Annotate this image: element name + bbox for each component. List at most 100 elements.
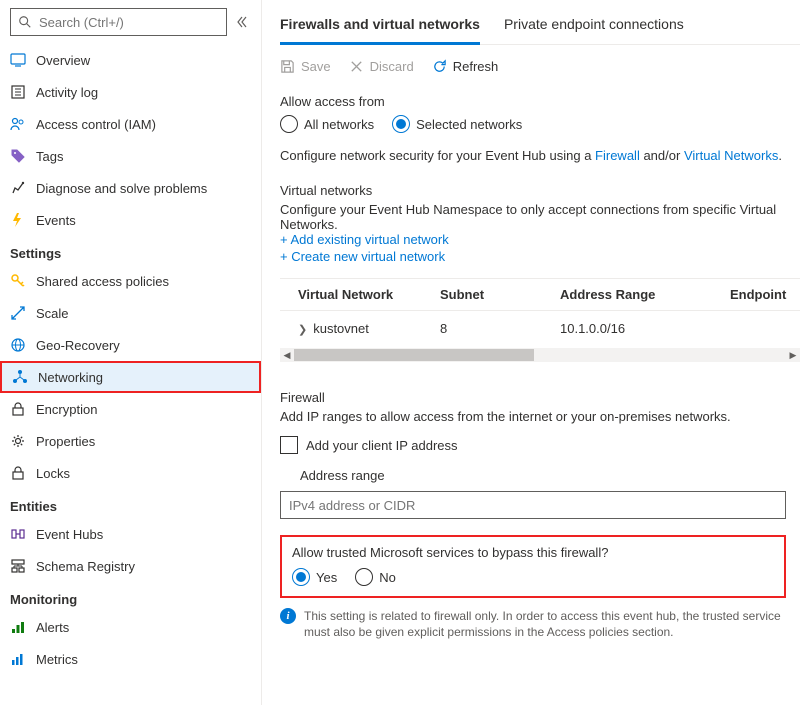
sidebar-item-label: Access control (IAM) [36,117,251,132]
schema-icon [10,558,26,574]
address-range-input[interactable] [280,491,786,519]
sidebar-item-events[interactable]: Events [0,204,261,236]
sidebar-item-label: Diagnose and solve problems [36,181,251,196]
sidebar-item-label: Event Hubs [36,527,251,542]
event-hubs-icon [10,526,26,542]
radio-label: All networks [304,117,374,132]
key-icon [10,273,26,289]
add-existing-vnet-link[interactable]: + Add existing virtual network [280,232,449,247]
lock-icon [10,465,26,481]
discard-button[interactable]: Discard [349,59,414,74]
firewall-heading: Firewall [280,390,800,405]
add-client-ip-checkbox[interactable] [280,436,298,454]
firewall-desc: Add IP ranges to allow access from the i… [280,409,800,424]
sidebar-item-label: Events [36,213,251,228]
sidebar-item-diagnose[interactable]: Diagnose and solve problems [0,172,261,204]
search-box[interactable] [10,8,227,36]
search-input[interactable] [39,15,220,30]
firewall-link[interactable]: Firewall [595,148,640,163]
sidebar-item-scale[interactable]: Scale [0,297,261,329]
virtual-networks-heading: Virtual networks [280,183,800,198]
sidebar-item-geo-recovery[interactable]: Geo-Recovery [0,329,261,361]
table-row[interactable]: ❯kustovnet 8 10.1.0.0/16 [280,311,800,346]
radio-trusted-no[interactable]: No [355,568,396,586]
gear-icon [10,433,26,449]
metrics-icon [10,651,26,667]
sidebar-item-activity-log[interactable]: Activity log [0,76,261,108]
radio-selected-networks[interactable]: Selected networks [392,115,522,133]
virtual-networks-link[interactable]: Virtual Networks [684,148,778,163]
trusted-question: Allow trusted Microsoft services to bypa… [292,545,774,560]
tab-firewalls[interactable]: Firewalls and virtual networks [280,10,480,45]
network-icon [12,369,28,385]
sidebar-item-event-hubs[interactable]: Event Hubs [0,518,261,550]
sidebar-section-monitoring: Monitoring [0,582,261,611]
scroll-left-icon[interactable]: ◀ [281,349,293,361]
sidebar-item-label: Encryption [36,402,251,417]
sidebar-item-label: Networking [38,370,249,385]
sidebar-item-encryption[interactable]: Encryption [0,393,261,425]
col-header-vnet: Virtual Network [280,287,440,302]
sidebar-item-networking[interactable]: Networking [0,361,261,393]
scroll-thumb[interactable] [294,349,534,361]
radio-label: Selected networks [416,117,522,132]
sidebar-item-label: Overview [36,53,251,68]
alerts-icon [10,619,26,635]
sidebar-section-entities: Entities [0,489,261,518]
vnet-config-desc: Configure network security for your Even… [280,147,800,165]
address-range-label: Address range [300,468,800,483]
radio-trusted-yes[interactable]: Yes [292,568,337,586]
trusted-services-section: Allow trusted Microsoft services to bypa… [280,535,786,598]
access-control-icon [10,116,26,132]
scroll-right-icon[interactable]: ▶ [787,349,799,361]
scale-icon [10,305,26,321]
main-content: Firewalls and virtual networks Private e… [262,0,800,705]
sidebar-item-label: Properties [36,434,251,449]
col-header-range: Address Range [560,287,730,302]
tab-private-endpoint[interactable]: Private endpoint connections [504,10,684,44]
create-new-vnet-link[interactable]: + Create new virtual network [280,249,445,264]
horizontal-scrollbar[interactable]: ◀ ▶ [280,348,800,362]
sidebar-item-label: Scale [36,306,251,321]
radio-label: No [379,570,396,585]
sidebar-section-settings: Settings [0,236,261,265]
sidebar-item-schema-registry[interactable]: Schema Registry [0,550,261,582]
vnet-table: Virtual Network Subnet Address Range End… [280,278,800,362]
toolbar: Save Discard Refresh [280,45,800,88]
sidebar-item-alerts[interactable]: Alerts [0,611,261,643]
overview-icon [10,52,26,68]
activity-log-icon [10,84,26,100]
refresh-button[interactable]: Refresh [432,59,499,74]
tags-icon [10,148,26,164]
sidebar-item-shared-access[interactable]: Shared access policies [0,265,261,297]
chevron-right-icon[interactable]: ❯ [298,323,307,336]
sidebar: Overview Activity log Access control (IA… [0,0,262,705]
col-header-subnet: Subnet [440,287,560,302]
collapse-sidebar-button[interactable] [233,8,251,36]
access-from-label: Allow access from [280,94,800,109]
sidebar-item-properties[interactable]: Properties [0,425,261,457]
sidebar-item-locks[interactable]: Locks [0,457,261,489]
radio-all-networks[interactable]: All networks [280,115,374,133]
info-icon: i [280,608,296,624]
search-icon [17,14,33,30]
tool-label: Discard [370,59,414,74]
sidebar-item-label: Alerts [36,620,251,635]
sidebar-item-label: Activity log [36,85,251,100]
refresh-icon [432,59,447,74]
cell-range: 10.1.0.0/16 [560,321,730,336]
sidebar-item-label: Shared access policies [36,274,251,289]
discard-icon [349,59,364,74]
sidebar-item-metrics[interactable]: Metrics [0,643,261,675]
sidebar-item-label: Locks [36,466,251,481]
sidebar-item-access-control[interactable]: Access control (IAM) [0,108,261,140]
sidebar-item-overview[interactable]: Overview [0,44,261,76]
vnet-desc: Configure your Event Hub Namespace to on… [280,202,786,232]
save-button[interactable]: Save [280,59,331,74]
lock-icon [10,401,26,417]
radio-label: Yes [316,570,337,585]
sidebar-item-label: Geo-Recovery [36,338,251,353]
globe-icon [10,337,26,353]
info-note: This setting is related to firewall only… [304,608,786,640]
sidebar-item-tags[interactable]: Tags [0,140,261,172]
